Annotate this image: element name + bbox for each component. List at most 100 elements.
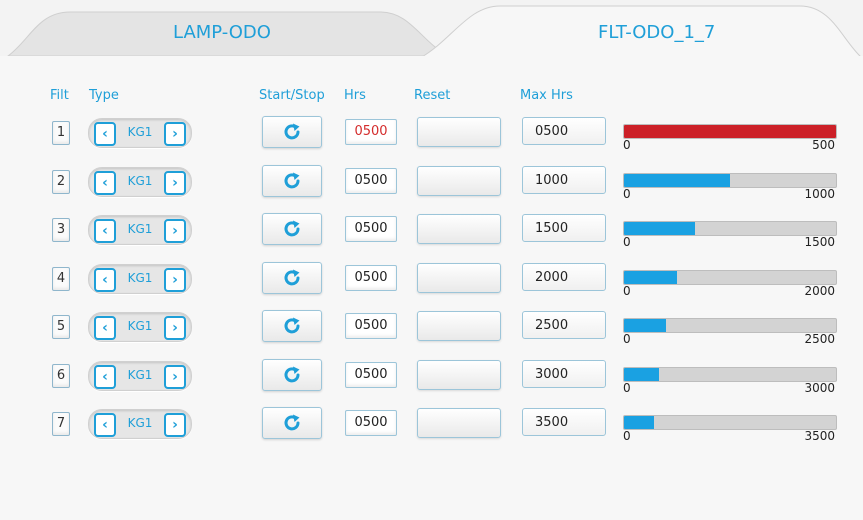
tab-flt-odo[interactable]: FLT-ODO_1_7	[598, 22, 715, 43]
header-type: Type	[89, 88, 119, 103]
start-stop-button[interactable]	[262, 310, 322, 342]
filter-number: 3	[52, 218, 70, 242]
chevron-left-icon[interactable]: ‹	[94, 364, 116, 389]
header-filt: Filt	[50, 88, 69, 103]
refresh-icon	[284, 414, 300, 431]
progress-bar	[623, 172, 837, 188]
progress-max-label: 3000	[804, 380, 835, 395]
progress-fill	[624, 222, 695, 235]
type-value: KG1	[127, 416, 153, 430]
type-stepper: ‹ KG1 ›	[88, 118, 192, 148]
max-hours-field[interactable]: 1000	[522, 165, 606, 194]
type-value: KG1	[127, 367, 153, 382]
header-reset: Reset	[414, 88, 451, 103]
tab-lamp-odo[interactable]: LAMP-ODO	[173, 22, 271, 43]
chevron-right-icon[interactable]: ›	[164, 316, 186, 340]
start-stop-button[interactable]	[262, 261, 322, 294]
progress-bar	[623, 318, 837, 333]
chevron-right-icon[interactable]: ›	[164, 413, 186, 437]
table-row: 5 ‹ KG1 › 0500 2500 0 2500	[0, 310, 863, 346]
reset-button[interactable]	[417, 359, 501, 390]
filter-number: 4	[52, 266, 70, 291]
progress-bar	[623, 124, 837, 139]
chevron-right-icon[interactable]: ›	[164, 170, 186, 195]
filter-number: 6	[52, 363, 70, 388]
progress-min-label: 0	[623, 138, 631, 152]
progress-max-label: 3500	[804, 429, 835, 443]
chevron-left-icon[interactable]: ‹	[94, 316, 116, 340]
refresh-icon	[284, 317, 300, 334]
hours-value: 0500	[345, 264, 397, 291]
chevron-right-icon[interactable]: ›	[164, 267, 186, 292]
refresh-icon	[284, 366, 300, 382]
filter-number: 5	[52, 315, 70, 339]
reset-button[interactable]	[417, 262, 501, 293]
start-stop-button[interactable]	[262, 358, 322, 391]
type-stepper: ‹ KG1 ›	[88, 409, 192, 439]
chevron-right-icon[interactable]: ›	[164, 219, 186, 243]
start-stop-button[interactable]	[262, 407, 322, 439]
hours-value: 0500	[345, 216, 397, 242]
chevron-left-icon[interactable]: ‹	[94, 170, 116, 195]
chevron-left-icon[interactable]: ‹	[94, 267, 116, 292]
type-value: KG1	[127, 125, 153, 139]
progress-bar	[623, 366, 837, 382]
start-stop-button[interactable]	[262, 164, 322, 197]
chevron-right-icon[interactable]: ›	[164, 122, 186, 146]
max-hours-field[interactable]: 3500	[522, 408, 606, 436]
hours-value: 0500	[345, 167, 397, 194]
type-stepper: ‹ KG1 ›	[88, 166, 192, 197]
chevron-left-icon[interactable]: ‹	[94, 219, 116, 243]
progress-bar	[623, 221, 837, 236]
table-row: 3 ‹ KG1 › 0500 1500 0 1500	[0, 213, 863, 249]
chevron-right-icon[interactable]: ›	[164, 364, 186, 389]
type-stepper: ‹ KG1 ›	[88, 312, 192, 342]
hours-value: 0500	[345, 361, 397, 388]
chevron-left-icon[interactable]: ‹	[94, 413, 116, 437]
start-stop-button[interactable]	[262, 213, 322, 245]
filter-number: 1	[52, 121, 70, 145]
chevron-left-icon[interactable]: ‹	[94, 122, 116, 146]
tab-bar: LAMP-ODO FLT-ODO_1_7	[0, 0, 863, 60]
type-stepper: ‹ KG1 ›	[88, 360, 192, 391]
reset-button[interactable]	[417, 214, 501, 244]
progress-fill	[624, 367, 660, 381]
max-hours-field[interactable]: 1500	[522, 214, 606, 242]
table-row: 4 ‹ KG1 › 0500 2000 0 2000	[0, 261, 863, 298]
tab-shapes	[0, 5, 863, 59]
start-stop-button[interactable]	[262, 116, 322, 148]
progress-max-label: 2000	[804, 283, 835, 298]
refresh-icon	[284, 220, 300, 237]
reset-button[interactable]	[417, 408, 501, 438]
hours-value: 0500	[345, 119, 397, 145]
header-start-stop: Start/Stop	[259, 88, 325, 103]
table-row: 6 ‹ KG1 › 0500 3000 0 3000	[0, 358, 863, 395]
filter-number: 7	[52, 412, 70, 436]
progress-max-label: 1500	[804, 235, 835, 249]
table-row: 7 ‹ KG1 › 0500 3500 0 3500	[0, 407, 863, 443]
progress-fill	[624, 319, 667, 332]
refresh-icon	[284, 123, 300, 140]
progress-max-label: 1000	[804, 186, 835, 201]
progress-bar	[623, 269, 837, 285]
type-value: KG1	[127, 222, 153, 236]
progress-min-label: 0	[623, 186, 631, 201]
reset-button[interactable]	[417, 311, 501, 341]
refresh-icon	[284, 172, 300, 188]
type-stepper: ‹ KG1 ›	[88, 215, 192, 245]
progress-fill	[624, 270, 677, 284]
progress-min-label: 0	[623, 283, 631, 298]
progress-min-label: 0	[623, 380, 631, 395]
reset-button[interactable]	[417, 165, 501, 196]
hours-value: 0500	[345, 410, 397, 436]
type-stepper: ‹ KG1 ›	[88, 263, 192, 294]
progress-max-label: 500	[812, 138, 835, 152]
progress-fill	[624, 173, 730, 187]
progress-bar	[623, 415, 837, 430]
max-hours-field[interactable]: 2000	[522, 262, 606, 291]
table-row: 1 ‹ KG1 › 0500 0500 0 500	[0, 116, 863, 152]
reset-button[interactable]	[417, 117, 501, 147]
max-hours-field[interactable]: 3000	[522, 359, 606, 388]
max-hours-field[interactable]: 0500	[522, 117, 606, 145]
max-hours-field[interactable]: 2500	[522, 311, 606, 339]
